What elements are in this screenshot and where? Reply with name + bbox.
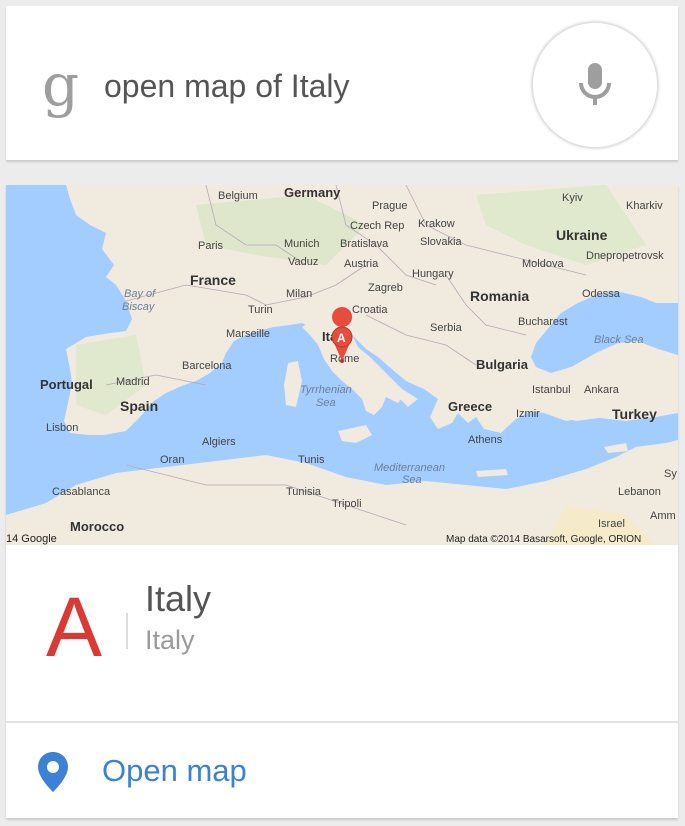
map-label: Izmir xyxy=(516,408,540,420)
map-label: Slovakia xyxy=(420,236,462,248)
microphone-icon xyxy=(579,63,611,105)
map-label: Portugal xyxy=(40,377,93,392)
map-label: Ukraine xyxy=(556,227,608,243)
map-result-card: Germany Ukraine France Romania Portugal … xyxy=(6,185,678,818)
map-label: Czech Rep xyxy=(350,220,404,232)
map-label: Odessa xyxy=(582,288,621,300)
marker-letter: A xyxy=(337,331,346,345)
map-google-credit: 14 Google xyxy=(6,533,57,545)
place-title: Italy xyxy=(145,578,212,619)
google-logo-icon: g xyxy=(42,51,80,119)
map-label: Oran xyxy=(160,454,184,466)
map-label: Belgium xyxy=(218,190,258,202)
map-label: Barcelona xyxy=(182,360,232,372)
map-label: Marseille xyxy=(226,328,270,340)
map-label: Turin xyxy=(248,304,273,316)
map-label: Tripoli xyxy=(332,498,362,510)
search-query-text[interactable]: open map of Italy xyxy=(104,68,349,105)
map-label: Biscay xyxy=(122,301,156,313)
map-label: Sea xyxy=(402,474,422,486)
map-label: Romania xyxy=(470,288,529,304)
map-label: Bratislava xyxy=(340,238,389,250)
map-label: Black Sea xyxy=(594,334,644,346)
map-label: Tunis xyxy=(298,454,325,466)
map-label: Mediterranean xyxy=(374,462,445,474)
map-label: Tunisia xyxy=(286,486,322,498)
open-map-label: Open map xyxy=(102,753,247,788)
map-label: Algiers xyxy=(202,436,236,448)
map-label: Kyiv xyxy=(562,192,583,204)
place-letter-icon: A xyxy=(46,580,103,674)
map-label: Serbia xyxy=(430,322,463,334)
map-label: Greece xyxy=(448,399,492,414)
search-bar: g open map of Italy xyxy=(6,6,678,160)
map-label: Croatia xyxy=(352,304,388,316)
map-label: Kharkiv xyxy=(626,200,663,212)
voice-search-button[interactable] xyxy=(532,22,658,148)
map-label: Lebanon xyxy=(618,486,661,498)
map-label: Dnepropetrovsk xyxy=(586,250,664,262)
map-label: Lisbon xyxy=(46,422,78,434)
map-label: Amm xyxy=(650,510,676,522)
map-label: Germany xyxy=(284,185,341,200)
map-label: Hungary xyxy=(412,268,454,280)
map-attribution: Map data ©2014 Basarsoft, Google, ORION xyxy=(446,534,641,545)
map-label: Israel xyxy=(598,518,625,530)
map-label: Bulgaria xyxy=(476,357,529,372)
map-label: Sy xyxy=(664,468,677,480)
map-label: Bucharest xyxy=(518,316,568,328)
map-label: Spain xyxy=(120,398,158,414)
map-label: Ankara xyxy=(584,384,620,396)
open-map-button[interactable]: Open map xyxy=(6,723,678,818)
map-label: Madrid xyxy=(116,376,150,388)
map-label: Prague xyxy=(372,200,407,212)
map-label: Bay of xyxy=(124,288,156,300)
map-pin-icon xyxy=(38,752,68,792)
map-label: Vaduz xyxy=(288,256,318,268)
map-label: Munich xyxy=(284,238,319,250)
map-label: Milan xyxy=(286,288,312,300)
map-label: Paris xyxy=(198,240,224,252)
map-label: Istanbul xyxy=(532,384,571,396)
map-label: Morocco xyxy=(70,519,124,534)
map-label: Tyrrhenian xyxy=(300,384,352,396)
place-subtitle: Italy xyxy=(145,625,195,655)
divider xyxy=(126,613,128,649)
map-label: France xyxy=(190,272,236,288)
map-image[interactable]: Germany Ukraine France Romania Portugal … xyxy=(6,185,678,545)
map-label: Austria xyxy=(344,258,379,270)
map-label: Athens xyxy=(468,434,503,446)
map-label: Zagreb xyxy=(368,282,403,294)
map-label: Sea xyxy=(316,397,336,409)
map-label: Krakow xyxy=(418,218,455,230)
map-label: Casablanca xyxy=(52,486,111,498)
map-label: Turkey xyxy=(612,406,657,422)
map-label: Moldova xyxy=(522,258,564,270)
